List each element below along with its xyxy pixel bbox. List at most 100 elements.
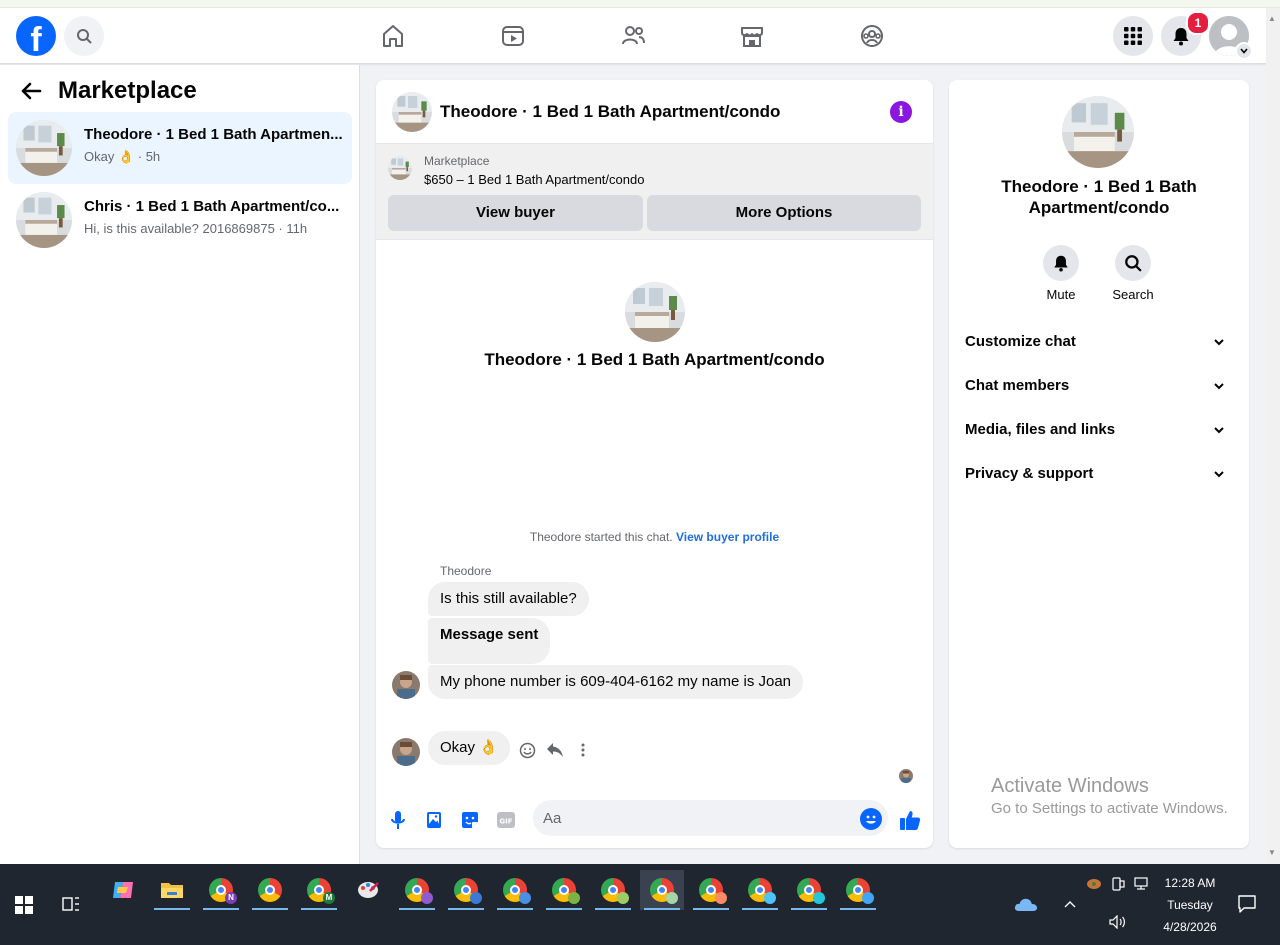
chevron-down-icon	[1214, 339, 1224, 346]
network-icon	[1134, 877, 1148, 890]
search-icon	[77, 29, 92, 44]
sender-avatar[interactable]	[392, 671, 420, 699]
conversation-info-panel: Theodore · 1 Bed 1 Bath Apartment/condo …	[949, 80, 1249, 848]
like-send-button[interactable]	[898, 808, 922, 832]
attach-photo-button[interactable]	[422, 808, 446, 832]
grid-menu-icon	[1124, 27, 1142, 45]
listing-price-title[interactable]: $650 – 1 Bed 1 Bath Apartment/condo	[424, 172, 644, 187]
mute-action[interactable]: Mute	[1031, 245, 1091, 302]
message-bubble[interactable]: Is this still available?	[428, 582, 589, 616]
chrome-taskbar-button[interactable]	[248, 870, 292, 910]
chat-panel: Theodore · 1 Bed 1 Bath Apartment/condo …	[376, 80, 933, 848]
vertical-dots-icon	[581, 743, 585, 757]
onedrive-tray-icon[interactable]	[1004, 884, 1048, 924]
browser-strip	[0, 0, 1280, 8]
clock-day[interactable]: Tuesday	[1150, 898, 1230, 912]
friends-nav-button[interactable]	[619, 22, 647, 50]
chrome-profile-taskbar-button[interactable]	[444, 870, 488, 910]
chrome-profile-taskbar-button[interactable]	[542, 870, 586, 910]
mute-button[interactable]	[1043, 245, 1079, 281]
search-in-conversation-button[interactable]	[1115, 245, 1151, 281]
search-label: Search	[1112, 287, 1154, 302]
chrome-profile-taskbar-button[interactable]	[836, 870, 880, 910]
more-options-button[interactable]: More Options	[647, 195, 921, 231]
conversation-title: Chris · 1 Bed 1 Bath Apartment/co...	[84, 198, 340, 215]
chat-members-row[interactable]: Chat members	[965, 366, 1233, 406]
media-files-links-row[interactable]: Media, files and links	[965, 410, 1233, 450]
file-explorer-taskbar-button[interactable]	[150, 870, 194, 910]
sidebar-title: Marketplace	[58, 77, 197, 104]
speaker-icon	[1109, 915, 1125, 929]
cloud-icon	[1014, 898, 1038, 911]
clock-time[interactable]: 12:28 AM	[1150, 876, 1230, 890]
marketplace-icon	[741, 27, 763, 47]
search-icon	[1125, 255, 1142, 272]
chrome-profile-taskbar-button[interactable]	[395, 870, 439, 910]
windows-taskbar: N M 12:28 AM Tuesday 4/28/2026	[0, 864, 1280, 945]
marketplace-label: Marketplace	[424, 154, 490, 168]
customize-chat-row[interactable]: Customize chat	[965, 322, 1233, 362]
chrome-profile-taskbar-button[interactable]	[493, 870, 537, 910]
emoji-button[interactable]	[860, 808, 882, 830]
menu-button[interactable]	[1113, 16, 1153, 56]
conversation-item-chris[interactable]: Chris · 1 Bed 1 Bath Apartment/co... Hi,…	[8, 184, 352, 256]
sticker-button[interactable]	[458, 808, 482, 832]
page-scrollbar[interactable]	[1266, 8, 1280, 864]
chat-header-thumbnail[interactable]	[392, 92, 432, 132]
video-icon	[502, 26, 524, 46]
copilot-taskbar-button[interactable]	[101, 870, 145, 910]
view-buyer-profile-link[interactable]: View buyer profile	[676, 530, 779, 544]
more-actions-button[interactable]	[573, 740, 593, 760]
chat-header-title[interactable]: Theodore · 1 Bed 1 Bath Apartment/condo	[440, 102, 780, 122]
friends-icon	[622, 26, 645, 45]
chrome-profile-taskbar-button[interactable]	[738, 870, 782, 910]
message-input[interactable]	[533, 800, 888, 836]
chrome-profile-m-taskbar-button[interactable]: M	[297, 870, 341, 910]
gif-button[interactable]: GIF	[494, 808, 518, 832]
chrome-profile-active-taskbar-button[interactable]	[640, 870, 684, 910]
chrome-profile-taskbar-button[interactable]	[787, 870, 831, 910]
conversation-item-theodore[interactable]: Theodore · 1 Bed 1 Bath Apartmen... Okay…	[8, 112, 352, 184]
task-view-button[interactable]	[49, 884, 93, 924]
windows-start-button[interactable]	[15, 896, 33, 914]
chat-header: Theodore · 1 Bed 1 Bath Apartment/condo …	[376, 80, 933, 144]
reply-button[interactable]	[545, 740, 565, 760]
privacy-support-row[interactable]: Privacy & support	[965, 454, 1233, 494]
groups-icon	[861, 25, 883, 47]
scroll-up-arrow-icon[interactable]: ▲	[1268, 14, 1276, 23]
marketplace-nav-button[interactable]	[738, 22, 766, 50]
back-arrow-icon[interactable]	[20, 80, 42, 102]
emoji-icon	[866, 815, 876, 824]
paint-palette-icon	[358, 882, 379, 898]
info-title: Theodore · 1 Bed 1 Bath Apartment/condo	[1001, 177, 1197, 217]
conversation-title: Theodore · 1 Bed 1 Bath Apartmen...	[84, 126, 343, 143]
video-nav-button[interactable]	[499, 22, 527, 50]
chrome-profile-taskbar-button[interactable]	[591, 870, 635, 910]
view-buyer-button[interactable]: View buyer	[388, 195, 643, 231]
notification-badge: 1	[1186, 11, 1210, 35]
account-caret[interactable]	[1235, 42, 1253, 60]
conversation-info-button[interactable]: i	[890, 101, 912, 123]
sender-avatar[interactable]	[392, 738, 420, 766]
groups-nav-button[interactable]	[858, 22, 886, 50]
home-nav-button[interactable]	[379, 22, 407, 50]
message-bubble[interactable]: Okay 👌	[428, 731, 510, 765]
message-bubble[interactable]: Message sent	[428, 618, 551, 664]
voice-clip-button[interactable]	[386, 808, 410, 832]
scroll-down-arrow-icon[interactable]: ▼	[1268, 848, 1276, 857]
paint-taskbar-button[interactable]	[346, 870, 390, 910]
smiley-icon	[519, 742, 535, 758]
search-action[interactable]: Search	[1103, 245, 1163, 302]
message-bubble[interactable]: My phone number is 609-404-6162 my name …	[428, 665, 804, 699]
react-button[interactable]	[517, 740, 537, 760]
notification-center-button[interactable]	[1225, 884, 1269, 924]
reply-arrow-icon	[547, 743, 563, 757]
listing-thumbnail	[16, 192, 72, 248]
facebook-logo[interactable]: f	[16, 16, 56, 56]
volume-tray-icon[interactable]	[1096, 902, 1140, 942]
clock-date[interactable]: 4/28/2026	[1150, 920, 1230, 934]
chrome-profile-taskbar-button[interactable]	[689, 870, 733, 910]
listing-thumbnail	[388, 156, 412, 180]
search-button[interactable]	[64, 16, 104, 56]
chrome-profile-n-taskbar-button[interactable]: N	[199, 870, 243, 910]
